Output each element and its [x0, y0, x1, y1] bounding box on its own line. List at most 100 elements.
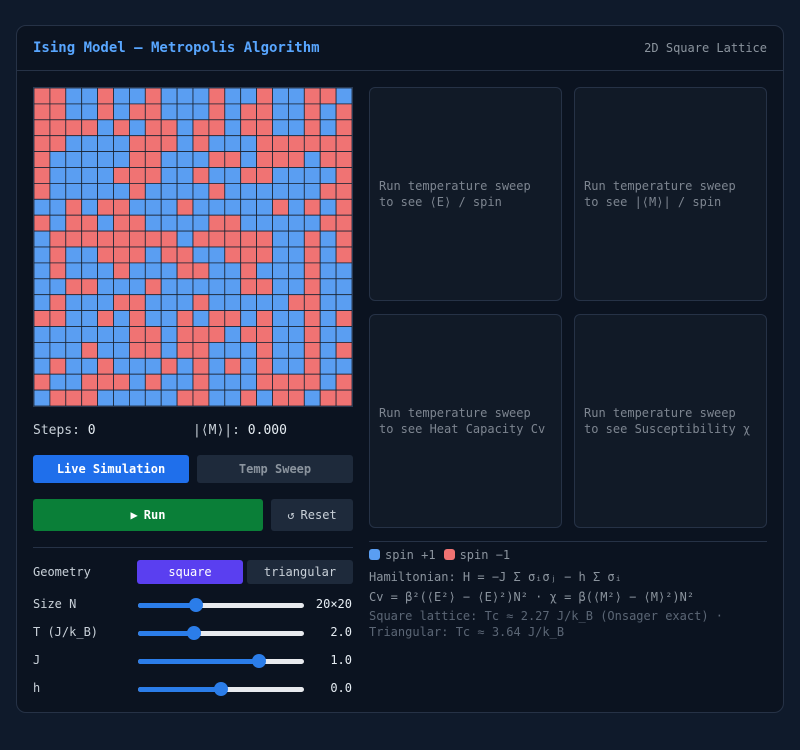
heat-capacity-plot-placeholder: Run temperature sweep to see Heat Capaci…	[379, 406, 546, 436]
spin-down-cell	[34, 119, 51, 137]
spin-down-swatch	[443, 549, 455, 560]
spin-up-cell	[97, 389, 114, 406]
spin-down-cell	[192, 135, 210, 153]
spin-down-cell	[192, 262, 210, 280]
spin-up-cell	[240, 151, 257, 168]
magnetization-plot-placeholder: Run temperature sweep to see |⟨M⟩| / spi…	[584, 179, 736, 209]
slider-thumb[interactable]	[187, 626, 202, 640]
spin-up-cell	[144, 246, 162, 264]
live-simulation-tab[interactable]: Live Simulation	[33, 455, 189, 483]
spin-up-cell	[303, 389, 321, 406]
spin-up-cell	[287, 341, 305, 359]
field-slider[interactable]	[138, 681, 304, 697]
spin-up-cell	[224, 278, 242, 296]
spin-up-cell	[97, 183, 114, 200]
spin-up-cell	[97, 278, 114, 296]
run-button[interactable]: ▶ Run	[33, 499, 263, 531]
spin-up-cell	[65, 103, 83, 121]
geometry-square-button[interactable]: square	[137, 560, 243, 584]
slider-thumb[interactable]	[189, 598, 204, 612]
susceptibility-plot-panel: Run temperature sweep to see Susceptibil…	[574, 314, 767, 528]
spin-up-cell	[144, 214, 162, 232]
spin-down-cell	[49, 389, 67, 406]
spin-up-cell	[272, 214, 289, 232]
run-label: Run	[143, 508, 166, 522]
spin-down-cell	[129, 151, 146, 168]
steps-label: Steps:	[33, 423, 80, 438]
spin-down-cell	[113, 294, 130, 311]
spin-down-cell	[303, 103, 321, 121]
spin-up-cell	[34, 326, 51, 343]
spin-up-cell	[224, 198, 242, 216]
spin-down-cell	[192, 373, 210, 391]
critical-temperature-note: Square lattice: Tc ≈ 2.27 J/k_B (Onsager…	[369, 609, 724, 639]
spin-down-cell	[34, 310, 51, 327]
spin-up-cell	[113, 357, 130, 375]
spin-up-cell	[129, 88, 146, 105]
spin-up-cell	[287, 230, 305, 248]
spin-up-cell	[176, 119, 194, 137]
spin-down-cell	[97, 198, 114, 216]
size-value: 20×20	[315, 597, 352, 611]
spin-down-cell	[319, 88, 337, 105]
temperature-slider[interactable]	[138, 625, 304, 641]
spin-up-cell	[65, 151, 83, 168]
spin-up-cell	[256, 183, 273, 200]
spin-up-cell	[97, 135, 114, 153]
spin-down-cell	[335, 103, 352, 121]
spin-down-cell	[176, 246, 194, 264]
spin-up-cell	[160, 262, 178, 280]
spin-down-cell	[272, 151, 289, 168]
spin-up-cell	[272, 88, 289, 105]
spin-up-cell	[224, 389, 242, 406]
spin-down-cell	[303, 119, 321, 137]
stats-bar: Steps: 0 |⟨M⟩|: 0.000	[33, 423, 353, 438]
spin-up-cell	[224, 183, 242, 200]
spin-up-cell	[113, 278, 130, 296]
spin-up-cell	[319, 294, 337, 311]
spin-lattice[interactable]	[33, 87, 353, 407]
spin-down-cell	[176, 326, 194, 343]
temp-sweep-tab[interactable]: Temp Sweep	[197, 455, 353, 483]
spin-up-cell	[65, 262, 83, 280]
coupling-slider[interactable]	[138, 653, 304, 669]
spin-down-cell	[129, 167, 146, 184]
spin-down-cell	[192, 389, 210, 406]
spin-up-cell	[65, 167, 83, 184]
size-slider[interactable]	[138, 597, 304, 613]
spin-up-cell	[81, 167, 99, 184]
spin-up-cell	[97, 167, 114, 184]
reset-button[interactable]: ↺ Reset	[271, 499, 353, 531]
spin-up-cell	[160, 214, 178, 232]
spin-down-cell	[144, 167, 162, 184]
spin-up-cell	[65, 246, 83, 264]
play-icon: ▶	[130, 508, 138, 522]
spin-up-cell	[81, 135, 99, 153]
spin-up-cell	[319, 230, 337, 248]
spin-down-cell	[160, 246, 178, 264]
spin-up-cell	[272, 230, 289, 248]
spin-up-cell	[319, 167, 337, 184]
spin-up-cell	[160, 341, 178, 359]
divider	[369, 541, 767, 542]
spin-down-cell	[303, 278, 321, 296]
spin-up-cell	[240, 183, 257, 200]
spin-up-cell	[160, 389, 178, 406]
spin-down-cell	[144, 151, 162, 168]
slider-thumb[interactable]	[214, 682, 228, 696]
spin-up-cell	[176, 294, 194, 311]
slider-thumb[interactable]	[252, 654, 267, 668]
magnetization-plot-panel: Run temperature sweep to see |⟨M⟩| / spi…	[574, 87, 767, 301]
lattice-grid	[34, 88, 352, 406]
spin-down-cell	[208, 214, 226, 232]
spin-up-cell	[208, 294, 226, 311]
spin-up-cell	[144, 294, 162, 311]
spin-up-cell	[272, 183, 289, 200]
spin-up-cell	[81, 246, 99, 264]
spin-down-cell	[176, 310, 194, 327]
spin-up-cell	[240, 88, 257, 105]
geometry-triangular-button[interactable]: triangular	[247, 560, 353, 584]
spin-up-cell	[160, 88, 178, 105]
spin-down-cell	[287, 135, 305, 153]
spin-up-cell	[208, 373, 226, 391]
